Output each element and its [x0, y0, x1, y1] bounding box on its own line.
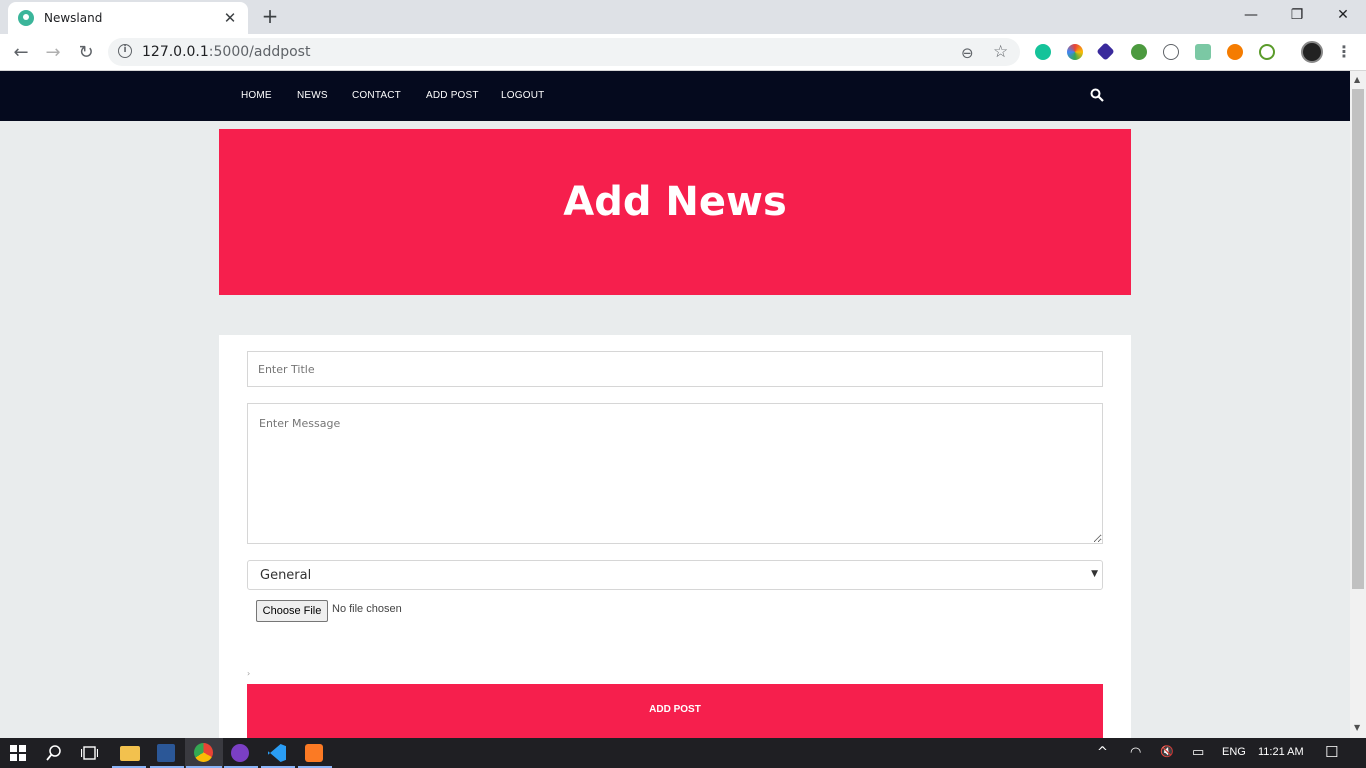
windows-taskbar: ^ ◠ 🔇 ▭ ENG 11:21 AM ☐ [0, 738, 1366, 768]
title-input[interactable] [247, 351, 1103, 387]
page-header-banner: Add News [219, 129, 1131, 295]
add-news-form: General ▼ Choose File No file chosen › A… [219, 335, 1131, 738]
search-icon[interactable] [1090, 88, 1104, 102]
bookmark-star-icon[interactable]: ☆ [993, 42, 1008, 62]
nav-logout-link[interactable]: LOGOUT [501, 90, 544, 101]
choose-file-button[interactable]: Choose File [256, 600, 328, 622]
chrome-icon[interactable] [194, 743, 213, 762]
battery-icon[interactable]: ▭ [1192, 745, 1204, 760]
add-post-button[interactable]: ADD POST [247, 684, 1103, 738]
page-title: Add News [563, 179, 787, 225]
page-scrollbar[interactable]: ▲ ▼ [1350, 71, 1366, 738]
xampp-icon[interactable] [305, 744, 323, 762]
nav-add-post-link[interactable]: ADD POST [426, 90, 479, 101]
message-textarea[interactable] [247, 403, 1103, 544]
clock[interactable]: 11:21 AM [1258, 746, 1304, 758]
volume-muted-icon[interactable]: 🔇 [1160, 745, 1174, 758]
file-explorer-icon[interactable] [120, 746, 140, 761]
category-select[interactable]: General ▼ [247, 560, 1103, 590]
fire-extension-icon[interactable] [1227, 44, 1243, 60]
profile-avatar[interactable] [1301, 41, 1323, 63]
file-status-text: No file chosen [332, 603, 402, 615]
minimize-button[interactable]: — [1228, 4, 1274, 26]
notifications-icon[interactable]: ☐ [1325, 743, 1338, 761]
restore-button[interactable]: ❐ [1274, 4, 1320, 26]
tab-close-icon[interactable]: ✕ [222, 9, 238, 27]
color-picker-extension-icon[interactable] [1067, 44, 1083, 60]
wifi-icon[interactable]: ◠ [1130, 745, 1141, 760]
new-tab-button[interactable]: + [260, 6, 280, 26]
forward-button[interactable]: → [42, 42, 64, 64]
word-icon[interactable] [157, 744, 175, 762]
site-navbar: HOME NEWS CONTACT ADD POST LOGOUT [0, 71, 1350, 121]
small-mark: › [247, 669, 251, 678]
site-favicon-icon [18, 10, 34, 26]
address-bar[interactable]: i 127.0.0.1:5000/addpost ⊖ ☆ [108, 38, 1020, 66]
grammarly-extension-icon[interactable] [1035, 44, 1051, 60]
chevron-down-icon: ▼ [1091, 569, 1098, 579]
browser-menu-icon[interactable]: ⋮ [1336, 42, 1352, 61]
diamond-extension-icon[interactable] [1096, 42, 1115, 61]
globe-extension-icon[interactable] [1131, 44, 1147, 60]
hat-extension-icon[interactable] [1195, 44, 1211, 60]
tab-title: Newsland [44, 11, 103, 25]
url-path: :5000/addpost [208, 44, 311, 60]
zoom-icon[interactable]: ⊖ [961, 44, 974, 62]
app-purple-icon[interactable] [231, 744, 249, 762]
back-button[interactable]: ← [10, 42, 32, 64]
url-text[interactable]: 127.0.0.1:5000/addpost [142, 44, 310, 60]
nav-news-link[interactable]: NEWS [297, 90, 328, 101]
scroll-down-icon[interactable]: ▼ [1354, 723, 1360, 732]
nav-home-link[interactable]: HOME [241, 90, 272, 101]
browser-tabstrip: Newsland ✕ + — ❐ ✕ [0, 0, 1366, 34]
taskbar-search-icon[interactable] [46, 745, 62, 761]
url-host: 127.0.0.1 [142, 44, 209, 60]
tray-expand-icon[interactable]: ^ [1097, 745, 1108, 760]
reload-button[interactable]: ↻ [75, 42, 97, 64]
scroll-up-icon[interactable]: ▲ [1354, 75, 1360, 84]
browser-toolbar: ← → ↻ i 127.0.0.1:5000/addpost ⊖ ☆ ⋮ [0, 34, 1366, 71]
language-indicator[interactable]: ENG [1222, 746, 1246, 758]
vscode-icon[interactable] [268, 744, 286, 762]
browser-tab[interactable]: Newsland ✕ [8, 2, 248, 34]
nav-contact-link[interactable]: CONTACT [352, 90, 401, 101]
site-info-icon[interactable]: i [118, 44, 132, 58]
page-viewport: HOME NEWS CONTACT ADD POST LOGOUT Add Ne… [0, 71, 1350, 738]
category-selected-value: General [260, 568, 312, 583]
code-extension-icon[interactable] [1163, 44, 1179, 60]
task-view-icon[interactable] [81, 745, 98, 761]
window-close-button[interactable]: ✕ [1320, 4, 1366, 26]
circle-extension-icon[interactable] [1259, 44, 1275, 60]
scrollbar-thumb[interactable] [1352, 89, 1364, 589]
windows-start-icon[interactable] [10, 745, 26, 761]
